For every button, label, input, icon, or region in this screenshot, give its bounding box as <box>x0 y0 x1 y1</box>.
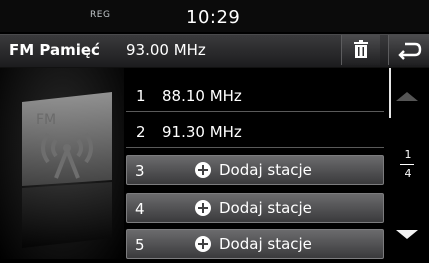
preset-row-5[interactable]: 5 Dodaj stacje <box>126 229 384 259</box>
preset-number: 5 <box>135 236 145 254</box>
art-fm-label: FM <box>36 112 57 128</box>
scrollbar[interactable] <box>389 68 391 118</box>
clock: 10:29 <box>186 7 241 28</box>
page-total: 4 <box>404 167 412 180</box>
trash-icon <box>354 40 368 58</box>
page-divider <box>400 164 414 165</box>
delete-button[interactable] <box>341 35 380 65</box>
back-button[interactable] <box>388 35 429 65</box>
scroll-up-icon[interactable] <box>396 92 418 101</box>
radio-antenna-icon <box>22 92 112 248</box>
preset-number: 4 <box>135 200 145 218</box>
add-station-label: Dodaj stacje <box>219 161 312 179</box>
band-indicator: REG <box>90 10 111 20</box>
preset-row-3[interactable]: 3 Dodaj stacje <box>126 155 384 185</box>
add-circle-icon <box>195 200 211 216</box>
preset-number: 2 <box>136 123 146 141</box>
page-current: 1 <box>404 148 412 161</box>
preset-frequency: 88.10 MHz <box>162 87 242 105</box>
add-station-label: Dodaj stacje <box>219 235 312 253</box>
radio-art <box>0 68 124 259</box>
current-frequency: 93.00 MHz <box>126 41 206 59</box>
preset-row-1[interactable]: 1 88.10 MHz <box>126 81 384 112</box>
preset-number: 1 <box>136 87 146 105</box>
add-circle-icon <box>195 162 211 178</box>
back-arrow-icon <box>398 42 422 60</box>
page-title: FM Pamięć <box>9 41 100 59</box>
preset-row-2[interactable]: 2 91.30 MHz <box>126 117 384 148</box>
preset-number: 3 <box>135 162 145 180</box>
preset-row-4[interactable]: 4 Dodaj stacje <box>126 193 384 223</box>
add-station-label: Dodaj stacje <box>219 199 312 217</box>
preset-frequency: 91.30 MHz <box>162 123 242 141</box>
add-circle-icon <box>195 236 211 252</box>
scroll-down-icon[interactable] <box>396 230 418 239</box>
